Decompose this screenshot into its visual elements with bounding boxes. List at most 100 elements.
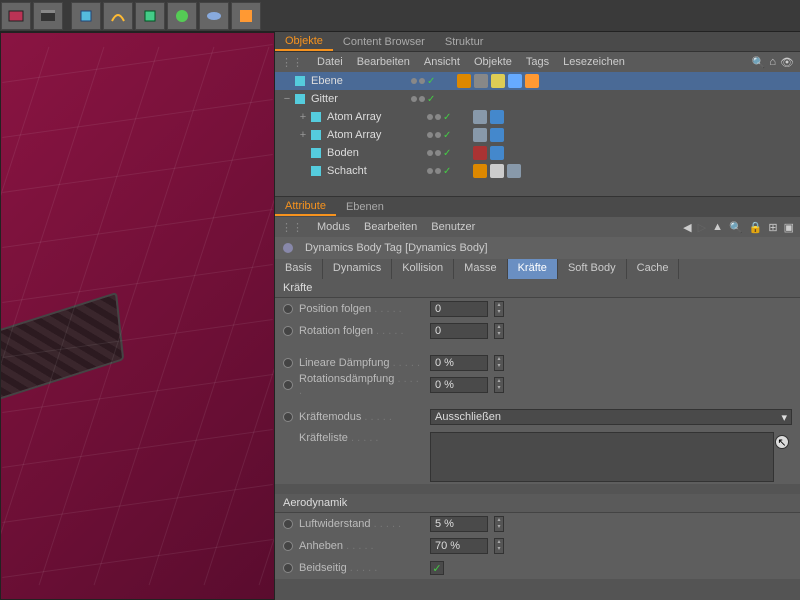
eye-icon[interactable]: 👁	[780, 56, 794, 69]
search-icon[interactable]: 🔍	[729, 221, 743, 234]
label-anheben: Anheben	[299, 540, 424, 552]
expander-icon[interactable]: +	[297, 129, 309, 141]
toolbar-effector-icon[interactable]	[167, 2, 197, 30]
object-name: Ebene	[311, 75, 411, 87]
radio-icon[interactable]	[283, 304, 293, 314]
dropdown-kraeftemodus[interactable]: Ausschließen▾	[430, 409, 792, 425]
nav-up-icon[interactable]: ▲	[712, 221, 723, 233]
input-luftwiderstand[interactable]	[430, 516, 488, 532]
tag-orange-icon[interactable]	[473, 164, 487, 178]
menu-ansicht[interactable]: Ansicht	[424, 56, 460, 68]
input-rotationsdaempfung[interactable]	[430, 377, 488, 393]
tag-fx-icon[interactable]	[508, 74, 522, 88]
tag-grey-icon[interactable]	[474, 74, 488, 88]
toolbar-deform-icon[interactable]	[199, 2, 229, 30]
atom-icon	[309, 128, 323, 142]
object-name: Atom Array	[327, 111, 427, 123]
search-icon[interactable]: 🔍	[752, 56, 766, 69]
menu-tags[interactable]: Tags	[526, 56, 549, 68]
spinner[interactable]: ▴▾	[494, 377, 504, 393]
attribute-subtabs: BasisDynamicsKollisionMasseKräfteSoft Bo…	[275, 259, 800, 279]
object-row[interactable]: Ebene✓	[275, 72, 800, 90]
radio-icon[interactable]	[283, 412, 293, 422]
object-row[interactable]: +Atom Array✓	[275, 126, 800, 144]
toolbar-render-icon[interactable]	[231, 2, 261, 30]
cursor-icon[interactable]: ↖	[775, 435, 789, 449]
tag-softbody-icon[interactable]	[490, 110, 504, 124]
spinner[interactable]: ▴▾	[494, 538, 504, 554]
radio-icon[interactable]	[283, 563, 293, 573]
lock-icon[interactable]: 🔒	[749, 221, 763, 234]
tag-softbody-icon[interactable]	[490, 128, 504, 142]
toolbar-spline-icon[interactable]	[103, 2, 133, 30]
subtab-soft body[interactable]: Soft Body	[558, 259, 627, 279]
radio-icon[interactable]	[283, 326, 293, 336]
input-anheben[interactable]	[430, 538, 488, 554]
spinner[interactable]: ▴▾	[494, 323, 504, 339]
tag-softbody-icon[interactable]	[490, 146, 504, 160]
tag-body-sel-icon[interactable]	[525, 74, 539, 88]
tab-attribute[interactable]: Attribute	[275, 198, 336, 216]
tag-body-icon[interactable]	[473, 110, 487, 124]
viewport-3d[interactable]	[0, 32, 275, 600]
object-row[interactable]: +Atom Array✓	[275, 108, 800, 126]
checkbox-beidseitig[interactable]: ✓	[430, 561, 444, 575]
nav-fwd-icon[interactable]: ▷	[698, 221, 706, 234]
home-icon[interactable]: ⌂	[769, 56, 776, 69]
radio-icon[interactable]	[283, 380, 293, 390]
tab-objekte[interactable]: Objekte	[275, 33, 333, 51]
input-rotation-folgen[interactable]	[430, 323, 488, 339]
tab-content-browser[interactable]: Content Browser	[333, 34, 435, 50]
radio-icon[interactable]	[283, 358, 293, 368]
subtab-masse[interactable]: Masse	[454, 259, 507, 279]
toolbar-film-icon[interactable]	[1, 2, 31, 30]
menu-lesezeichen[interactable]: Lesezeichen	[563, 56, 625, 68]
tag-header: Dynamics Body Tag [Dynamics Body]	[275, 237, 800, 259]
object-row[interactable]: Schacht✓	[275, 162, 800, 180]
toolbar-nurbs-icon[interactable]	[135, 2, 165, 30]
subtab-dynamics[interactable]: Dynamics	[323, 259, 392, 279]
new-icon[interactable]: ⊞	[768, 221, 777, 234]
tag-checker-icon[interactable]	[490, 164, 504, 178]
floor-icon	[309, 164, 323, 178]
chevron-down-icon: ▾	[781, 411, 787, 424]
expander-icon[interactable]: −	[281, 93, 293, 105]
listbox-kraefteliste[interactable]: ↖	[430, 432, 774, 482]
object-hierarchy[interactable]: Ebene✓−Gitter✓+Atom Array✓+Atom Array✓Bo…	[275, 72, 800, 197]
menu-bearbeiten-attr[interactable]: Bearbeiten	[364, 221, 417, 233]
menu-modus[interactable]: Modus	[317, 221, 350, 233]
spinner[interactable]: ▴▾	[494, 355, 504, 371]
input-position-folgen[interactable]	[430, 301, 488, 317]
spinner[interactable]: ▴▾	[494, 301, 504, 317]
object-name: Atom Array	[327, 129, 427, 141]
subtab-basis[interactable]: Basis	[275, 259, 323, 279]
tag-orange-icon[interactable]	[457, 74, 471, 88]
label-kraeftemodus: Kräftemodus	[299, 411, 424, 423]
menu-icon[interactable]: ▣	[784, 221, 794, 234]
menu-benutzer[interactable]: Benutzer	[431, 221, 475, 233]
menu-objekte[interactable]: Objekte	[474, 56, 512, 68]
menu-datei[interactable]: Datei	[317, 56, 343, 68]
object-row[interactable]: −Gitter✓	[275, 90, 800, 108]
subtab-kollision[interactable]: Kollision	[392, 259, 454, 279]
radio-icon[interactable]	[283, 519, 293, 529]
subtab-kräfte[interactable]: Kräfte	[508, 259, 558, 279]
tab-struktur[interactable]: Struktur	[435, 34, 494, 50]
object-row[interactable]: Boden✓	[275, 144, 800, 162]
tab-ebenen[interactable]: Ebenen	[336, 199, 394, 215]
toolbar-cube-icon[interactable]	[71, 2, 101, 30]
nav-back-icon[interactable]: ◀	[683, 221, 691, 234]
label-rotation-folgen: Rotation folgen	[299, 325, 424, 337]
subtab-cache[interactable]: Cache	[627, 259, 680, 279]
label-kraefteliste: Kräfteliste	[299, 432, 424, 444]
tag-yellow-icon[interactable]	[491, 74, 505, 88]
expander-icon[interactable]: +	[297, 111, 309, 123]
radio-icon[interactable]	[283, 541, 293, 551]
tag-body-icon[interactable]	[507, 164, 521, 178]
spinner[interactable]: ▴▾	[494, 516, 504, 532]
input-lineare-daempfung[interactable]	[430, 355, 488, 371]
toolbar-clapper-icon[interactable]	[33, 2, 63, 30]
menu-bearbeiten[interactable]: Bearbeiten	[357, 56, 410, 68]
tag-body-icon[interactable]	[473, 128, 487, 142]
tag-red-icon[interactable]	[473, 146, 487, 160]
